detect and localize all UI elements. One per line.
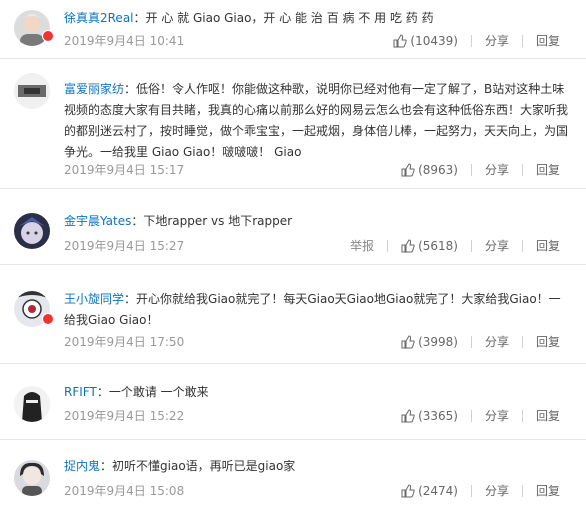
comment-time: 2019年9月4日 15:17	[64, 163, 185, 177]
comment-text: ：开心你就给我Giao就完了！每天Giao天Giao地Giao就完了！大家给我G…	[64, 292, 561, 327]
badge-icon	[42, 313, 54, 325]
comment-text: ：初听不懂giao语，再听已是giao家	[100, 459, 296, 473]
avatar[interactable]	[14, 213, 50, 249]
reply-button[interactable]: 回复	[536, 407, 560, 424]
like-button[interactable]: (3365)	[401, 409, 458, 423]
like-button[interactable]: (3998)	[401, 335, 458, 349]
comment-body: 捉内鬼：初听不懂giao语，再听已是giao家	[64, 456, 568, 477]
like-button[interactable]: (2474)	[401, 484, 458, 498]
comment-body: 徐真真2Real：开 心 就 Giao Giao，开 心 能 治 百 病 不 用…	[64, 8, 568, 29]
divider	[470, 409, 472, 422]
comment-text: ：开 心 就 Giao Giao，开 心 能 治 百 病 不 用 吃 药 药	[133, 11, 434, 25]
reply-button[interactable]: 回复	[536, 237, 560, 254]
comment-actions: (8963) 分享 回复	[401, 161, 560, 178]
share-button[interactable]: 分享	[485, 333, 509, 350]
like-count: (3365)	[418, 408, 458, 423]
divider	[521, 239, 523, 252]
divider	[387, 239, 389, 252]
divider	[521, 163, 523, 176]
comment-item: 王小旋同学：开心你就给我Giao就完了！每天Giao天Giao地Giao就完了！…	[0, 265, 586, 364]
thumbs-up-icon	[401, 408, 415, 422]
like-button[interactable]: (8963)	[401, 163, 458, 177]
comment-actions: (2474) 分享 回复	[401, 482, 560, 499]
avatar[interactable]	[14, 73, 50, 109]
comment-text: ：一个敢请 一个敢来	[96, 385, 209, 399]
share-button[interactable]: 分享	[485, 237, 509, 254]
share-button[interactable]: 分享	[485, 161, 509, 178]
like-count: (10439)	[410, 33, 458, 48]
badge-icon	[42, 30, 54, 42]
comment-time: 2019年9月4日 10:41	[64, 34, 185, 48]
like-button[interactable]: (5618)	[401, 239, 458, 253]
comment-time: 2019年9月4日 17:50	[64, 335, 185, 349]
like-count: (5618)	[418, 238, 458, 253]
thumbs-up-icon	[393, 33, 408, 47]
comment-time: 2019年9月4日 15:08	[64, 484, 185, 498]
share-button[interactable]: 分享	[485, 407, 509, 424]
comment-actions: (10439) 分享 回复	[393, 32, 560, 49]
comment-user[interactable]: 富爱丽家纺	[64, 82, 124, 96]
divider	[470, 484, 472, 497]
divider	[470, 335, 472, 348]
divider	[470, 163, 472, 176]
reply-button[interactable]: 回复	[536, 333, 560, 350]
divider	[470, 239, 472, 252]
like-count: (2474)	[418, 483, 458, 498]
thumbs-up-icon	[401, 483, 415, 497]
comment-list: 徐真真2Real：开 心 就 Giao Giao，开 心 能 治 百 病 不 用…	[0, 0, 586, 509]
divider	[521, 409, 523, 422]
comment-time: 2019年9月4日 15:22	[64, 409, 185, 423]
comment-user[interactable]: 徐真真2Real	[64, 11, 134, 25]
thumbs-up-icon	[401, 334, 415, 348]
comment-time: 2019年9月4日 15:27	[64, 239, 185, 253]
reply-button[interactable]: 回复	[536, 32, 560, 49]
comment-actions: 举报 (5618) 分享 回复	[350, 237, 560, 254]
comment-item: 捉内鬼：初听不懂giao语，再听已是giao家 2019年9月4日 15:08 …	[0, 440, 586, 509]
comment-text: ：低俗！令人作呕！你能做这种歌，说明你已经对他有一定了解了，B站对这种土味视频的…	[64, 82, 569, 159]
comment-body: 富爱丽家纺：低俗！令人作呕！你能做这种歌，说明你已经对他有一定了解了，B站对这种…	[64, 79, 568, 163]
comment-text: ：下地rapper vs 地下rapper	[131, 214, 293, 228]
comment-body: 王小旋同学：开心你就给我Giao就完了！每天Giao天Giao地Giao就完了！…	[64, 289, 568, 331]
reply-button[interactable]: 回复	[536, 161, 560, 178]
comment-user[interactable]: 金宇晨Yates	[64, 214, 131, 228]
like-count: (8963)	[418, 162, 458, 177]
divider	[470, 34, 472, 47]
comment-actions: (3998) 分享 回复	[401, 333, 560, 350]
comment-meta: 2019年9月4日 15:27 举报 (5618) 分享 回复	[64, 237, 568, 255]
comment-user[interactable]: 王小旋同学	[64, 292, 124, 306]
thumbs-up-icon	[401, 162, 415, 176]
report-button[interactable]: 举报	[350, 237, 374, 254]
avatar[interactable]	[14, 460, 50, 496]
comment-user[interactable]: 捉内鬼	[64, 459, 100, 473]
comment-meta: 2019年9月4日 10:41 (10439) 分享 回复	[64, 32, 568, 50]
comment-item: RFIFT：一个敢请 一个敢来 2019年9月4日 15:22 (3365) 分…	[0, 364, 586, 440]
comment-meta: 2019年9月4日 15:08 (2474) 分享 回复	[64, 482, 568, 500]
thumbs-up-icon	[401, 238, 415, 252]
comment-item: 徐真真2Real：开 心 就 Giao Giao，开 心 能 治 百 病 不 用…	[0, 0, 586, 59]
comment-actions: (3365) 分享 回复	[401, 407, 560, 424]
avatar[interactable]	[14, 386, 50, 422]
divider	[521, 335, 523, 348]
comment-item: 金宇晨Yates：下地rapper vs 地下rapper 2019年9月4日 …	[0, 189, 586, 265]
like-count: (3998)	[418, 334, 458, 349]
divider	[521, 484, 523, 497]
comment-meta: 2019年9月4日 17:50 (3998) 分享 回复	[64, 333, 568, 351]
share-button[interactable]: 分享	[485, 482, 509, 499]
comment-body: RFIFT：一个敢请 一个敢来	[64, 382, 568, 403]
comment-user[interactable]: RFIFT	[64, 385, 97, 399]
comment-meta: 2019年9月4日 15:17 (8963) 分享 回复	[64, 161, 568, 179]
like-button[interactable]: (10439)	[393, 34, 458, 48]
reply-button[interactable]: 回复	[536, 482, 560, 499]
share-button[interactable]: 分享	[485, 32, 509, 49]
comment-meta: 2019年9月4日 15:22 (3365) 分享 回复	[64, 407, 568, 425]
comment-item: 富爱丽家纺：低俗！令人作呕！你能做这种歌，说明你已经对他有一定了解了，B站对这种…	[0, 59, 586, 189]
comment-body: 金宇晨Yates：下地rapper vs 地下rapper	[64, 211, 568, 232]
divider	[521, 34, 523, 47]
